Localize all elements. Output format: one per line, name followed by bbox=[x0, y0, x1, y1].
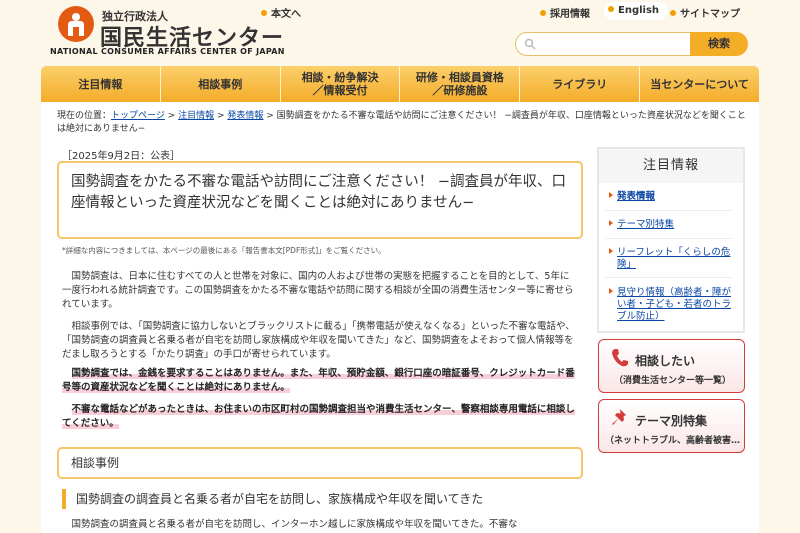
sidebar-link[interactable]: 発表情報 bbox=[617, 191, 655, 202]
intro-paragraph: 国勢調査は、日本に住むすべての人と世帯を対象に、国内の人および世帯の実態を把握す… bbox=[62, 271, 574, 310]
phone-icon bbox=[612, 349, 628, 367]
case-heading: 国勢調査の調査員と名乗る者が自宅を訪問し、家族構成や年収を聞いてきた bbox=[62, 489, 578, 509]
arrow-right-icon bbox=[609, 248, 613, 254]
nav-label: ライブラリ bbox=[552, 77, 608, 91]
nav-cases[interactable]: 相談事例 bbox=[160, 66, 281, 102]
site-header: 独立行政法人 国民生活センター NATIONAL CONSUMER AFFAIR… bbox=[0, 0, 800, 64]
sidebar-link[interactable]: リーフレット「くらしの危険」 bbox=[617, 247, 730, 270]
themes-subtitle: （ネットトラブル、高齢者被害…） bbox=[605, 436, 740, 446]
case-paragraph: 国勢調査の調査員と名乗る者が自宅を訪問し、インターホン越しに家族構成や年収を聞い… bbox=[71, 519, 518, 530]
consult-button[interactable]: 相談したい （消費生活センター等一覧） bbox=[598, 339, 745, 393]
bullet-icon bbox=[670, 10, 676, 16]
english-link[interactable]: English bbox=[608, 5, 659, 16]
nav-label: 相談・紛争解決 ／情報受付 bbox=[301, 71, 379, 97]
section-heading: 相談事例 bbox=[57, 447, 583, 479]
logo-english: NATIONAL CONSUMER AFFAIRS CENTER OF JAPA… bbox=[50, 47, 285, 56]
nav-training[interactable]: 研修・相談員資格 ／研修施設 bbox=[400, 66, 521, 102]
arrow-right-icon bbox=[609, 220, 613, 226]
sidebar-item-mimamori[interactable]: 見守り情報（高齢者・障がい者・子ども・若者のトラブル防止） bbox=[609, 287, 737, 323]
breadcrumb-press[interactable]: 発表情報 bbox=[227, 111, 263, 121]
bullet-icon bbox=[540, 10, 546, 16]
search-input[interactable] bbox=[515, 32, 691, 56]
themes-button[interactable]: テーマ別特集 （ネットトラブル、高齢者被害…） bbox=[598, 399, 745, 453]
breadcrumb-home[interactable]: トップページ bbox=[111, 111, 165, 121]
consult-subtitle: （消費生活センター等一覧） bbox=[613, 376, 731, 386]
advice-paragraph: 不審な電話などがあったときは、お住まいの市区町村の国勢調査担当や消費生活センター… bbox=[62, 403, 578, 431]
arrow-right-icon bbox=[609, 192, 613, 198]
sidebar-link[interactable]: テーマ別特集 bbox=[617, 219, 674, 230]
warning-text: 国勢調査では、金銭を要求することはありません。また、年収、預貯金額、銀行口座の暗… bbox=[62, 368, 575, 393]
nav-label: 注目情報 bbox=[78, 77, 123, 91]
recruit-link[interactable]: 採用情報 bbox=[540, 5, 590, 20]
sidebar-item-leaflet[interactable]: リーフレット「くらしの危険」 bbox=[609, 247, 737, 271]
publish-date: ［2025年9月2日：公表］ bbox=[62, 151, 181, 162]
warning-paragraph: 国勢調査では、金銭を要求することはありません。また、年収、預貯金額、銀行口座の暗… bbox=[62, 367, 578, 395]
nav-featured[interactable]: 注目情報 bbox=[41, 66, 161, 102]
sidebar-item-press[interactable]: 発表情報 bbox=[609, 191, 739, 203]
divider bbox=[605, 277, 733, 278]
pushpin-icon bbox=[612, 409, 626, 425]
search-icon bbox=[524, 38, 536, 50]
divider bbox=[605, 238, 733, 239]
sidebar-link[interactable]: 見守り情報（高齢者・障がい者・子ども・若者のトラブル防止） bbox=[617, 287, 731, 322]
breadcrumb: 現在の位置：トップページ > 注目情報 > 発表情報 > 国勢調査をかたる不審な… bbox=[57, 111, 746, 134]
advice-text: 不審な電話などがあったときは、お住まいの市区町村の国勢調査担当や消費生活センター… bbox=[62, 404, 575, 429]
global-nav: 注目情報 相談事例 相談・紛争解決 ／情報受付 研修・相談員資格 ／研修施設 ラ… bbox=[41, 66, 759, 102]
skip-to-content-link[interactable]: 本文へ bbox=[261, 5, 301, 20]
logo-person-icon bbox=[68, 13, 84, 36]
divider bbox=[605, 210, 733, 211]
sitemap-link[interactable]: サイトマップ bbox=[670, 5, 740, 20]
nav-label: 当センターについて bbox=[650, 77, 749, 91]
nav-label: 研修・相談員資格 ／研修施設 bbox=[415, 71, 504, 97]
breadcrumb-prefix: 現在の位置： bbox=[57, 111, 112, 121]
nav-library[interactable]: ライブラリ bbox=[520, 66, 641, 102]
consult-title: 相談したい bbox=[635, 354, 696, 368]
bullet-icon bbox=[261, 10, 267, 16]
nav-label: 相談事例 bbox=[198, 77, 243, 91]
nav-about[interactable]: 当センターについて bbox=[640, 66, 759, 102]
nav-consultation[interactable]: 相談・紛争解決 ／情報受付 bbox=[280, 66, 401, 102]
breadcrumb-featured[interactable]: 注目情報 bbox=[178, 111, 214, 121]
arrow-right-icon bbox=[609, 288, 613, 294]
themes-title: テーマ別特集 bbox=[635, 414, 708, 428]
page-title: 国勢調査をかたる不審な電話や訪問にご注意ください！ −調査員が年収、口座情報とい… bbox=[57, 161, 583, 239]
sidebar-item-themes[interactable]: テーマ別特集 bbox=[609, 219, 739, 231]
detail-note: *詳細な内容につきましては、本ページの最後にある「報告書本文[PDF形式]」をご… bbox=[62, 246, 386, 255]
cases-paragraph: 相談事例では、「国勢調査に協力しないとブラックリストに載る」「携帯電話が使えなく… bbox=[62, 321, 575, 360]
sidebar-heading: 注目情報 bbox=[599, 149, 743, 183]
search-button[interactable]: 検索 bbox=[690, 32, 748, 56]
bullet-icon bbox=[608, 6, 614, 12]
